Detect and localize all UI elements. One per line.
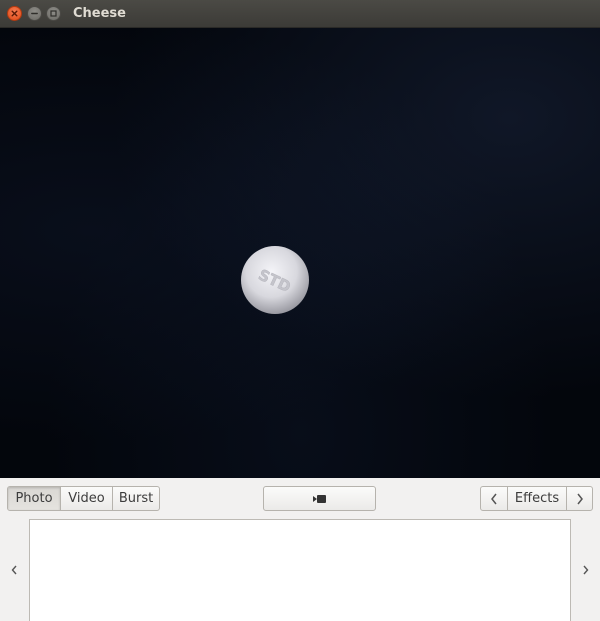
- camera-icon: [313, 495, 326, 503]
- thumbnails-scroll-left-button[interactable]: [0, 518, 28, 621]
- mode-switcher: Photo Video Burst: [7, 486, 160, 511]
- take-photo-button[interactable]: [263, 486, 376, 511]
- burst-mode-button[interactable]: Burst: [112, 487, 159, 510]
- effects-previous-button[interactable]: [481, 487, 507, 510]
- close-icon: [11, 10, 18, 17]
- close-window-button[interactable]: [7, 6, 22, 21]
- window-title: Cheese: [73, 6, 126, 21]
- chevron-left-icon: [491, 493, 497, 504]
- thumbnail-strip: [0, 518, 600, 621]
- cheese-window: Cheese STD Photo Video Burst Effects: [0, 0, 600, 621]
- photo-mode-button[interactable]: Photo: [8, 487, 60, 510]
- maximize-icon: [50, 10, 57, 17]
- maximize-window-button[interactable]: [46, 6, 61, 21]
- effects-control: Effects: [480, 486, 593, 511]
- effects-next-button[interactable]: [566, 487, 592, 510]
- thumbnail-list[interactable]: [29, 519, 571, 621]
- chevron-right-icon: [576, 493, 583, 504]
- thumbnails-scroll-right-button[interactable]: [572, 518, 600, 621]
- minimize-icon: [31, 12, 38, 15]
- chevron-left-icon: [11, 565, 17, 574]
- pill: STD: [241, 246, 309, 314]
- toolbar: Photo Video Burst Effects: [0, 478, 600, 518]
- title-bar[interactable]: Cheese: [0, 0, 600, 28]
- video-mode-button[interactable]: Video: [60, 487, 112, 510]
- effects-button[interactable]: Effects: [507, 487, 566, 510]
- chevron-right-icon: [583, 565, 589, 574]
- camera-preview: STD: [0, 28, 600, 478]
- minimize-window-button[interactable]: [27, 6, 42, 21]
